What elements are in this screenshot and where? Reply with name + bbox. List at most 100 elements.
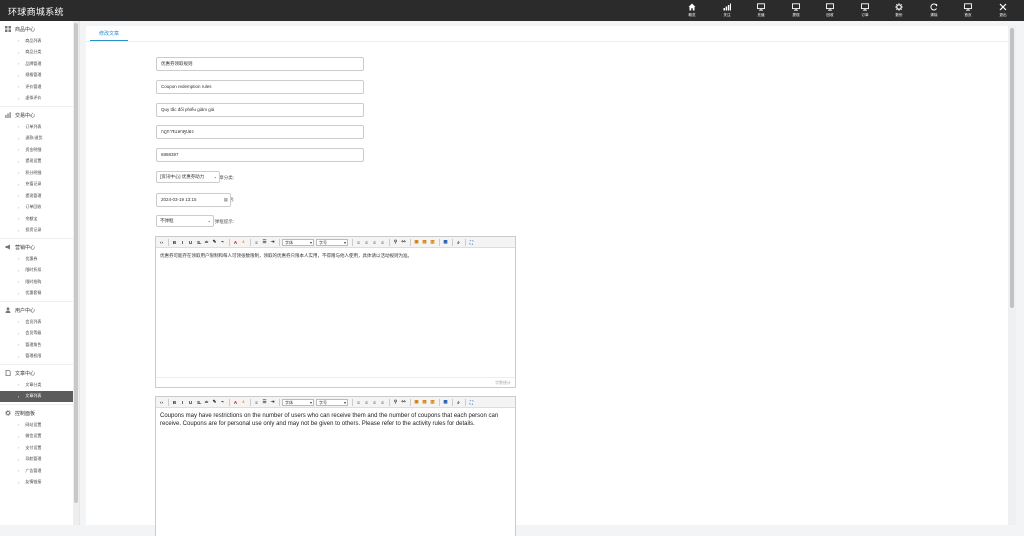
topnav-item[interactable]: 首页 — [951, 0, 986, 21]
sidebar-item[interactable]: › 友情链接 — [0, 477, 74, 489]
image-icon[interactable]: ▣ — [413, 239, 420, 246]
sidebar-item[interactable]: › 积分明细 — [0, 167, 74, 179]
strikethrough-icon[interactable]: S̶ — [195, 239, 202, 246]
italic-icon[interactable]: I — [179, 399, 186, 406]
sidebar-scroll-thumb[interactable] — [74, 23, 78, 503]
topnav-item[interactable]: 数份 — [882, 0, 917, 21]
unlink-icon[interactable]: ⚯ — [400, 239, 407, 246]
brush-icon[interactable]: ⌁ — [219, 399, 226, 406]
sidebar-section-title[interactable]: 商品中心 — [0, 23, 79, 35]
eraser-icon[interactable]: ✎ — [211, 239, 218, 246]
topnav-item[interactable]: 概览 — [675, 0, 710, 21]
category-select[interactable]: [资讯中心] 优惠券助力 ⌄ — [156, 171, 220, 183]
sidebar-item[interactable]: › 虚拟评价 — [0, 93, 74, 105]
sidebar-item[interactable]: › 支付设置 — [0, 442, 74, 454]
indent-icon[interactable]: ⇥ — [269, 399, 276, 406]
topnav-item[interactable]: 提现 — [779, 0, 814, 21]
upload-image-icon[interactable]: ▤ — [421, 239, 428, 246]
content-en-text[interactable]: Coupons may have restrictions on the num… — [156, 408, 515, 432]
html-source-icon[interactable]: ‹› — [158, 239, 165, 246]
underline-icon[interactable]: U — [187, 239, 194, 246]
page-scroll-thumb[interactable] — [1010, 28, 1014, 308]
highlight-icon[interactable]: ᴬ — [240, 239, 247, 246]
font-size-select[interactable]: 字号 ▾ — [316, 238, 348, 246]
font-color-icon[interactable]: A — [232, 399, 239, 406]
sidebar-item[interactable]: › 订单回收 — [0, 202, 74, 214]
abc-icon[interactable]: ᵃᵇ — [203, 239, 210, 246]
bold-icon[interactable]: B — [171, 239, 178, 246]
italic-icon[interactable]: I — [179, 239, 186, 246]
ordered-list-icon[interactable]: ≡ — [253, 239, 260, 246]
sidebar-item[interactable]: › 商品列表 — [0, 35, 74, 47]
sidebar-section-title[interactable]: 用户中心 — [0, 304, 79, 316]
sidebar-item[interactable]: › 商品分类 — [0, 47, 74, 59]
brush-icon[interactable]: ⌁ — [219, 239, 226, 246]
sidebar-item[interactable]: › 广告管理 — [0, 465, 74, 477]
sidebar-item[interactable]: › 提现设置 — [0, 156, 74, 168]
link-icon[interactable]: ⚲ — [392, 239, 399, 246]
sidebar-item[interactable]: › 管理角色 — [0, 339, 74, 351]
calendar-icon[interactable]: ▦ — [224, 194, 228, 206]
abc-icon[interactable]: ᵃᵇ — [203, 399, 210, 406]
sidebar-item[interactable]: › 余额宝 — [0, 213, 74, 225]
sidebar-item[interactable]: › 品牌管理 — [0, 58, 74, 70]
underline-icon[interactable]: U — [187, 399, 194, 406]
sidebar-scrollbar[interactable] — [73, 21, 79, 525]
sidebar-item[interactable]: › 评价管理 — [0, 81, 74, 93]
sidebar-item[interactable]: › 资金明细 — [0, 144, 74, 156]
sidebar-item[interactable]: › 优惠套餐 — [0, 288, 74, 300]
sidebar-item[interactable]: › 规格管理 — [0, 70, 74, 82]
sidebar-section-title[interactable]: 营销中心 — [0, 241, 79, 253]
popup-select[interactable]: 不弹框 ⌄ — [156, 215, 214, 227]
topnav-item[interactable]: 充值 — [744, 0, 779, 21]
sidebar-item[interactable]: › 管理权限 — [0, 351, 74, 363]
link-icon[interactable]: ⚲ — [392, 399, 399, 406]
sidebar-section-title[interactable]: 控制面板 — [0, 407, 79, 419]
topnav-item[interactable]: 回收 — [813, 0, 848, 21]
image-input[interactable]: 6888397 — [156, 148, 364, 162]
align-left-icon[interactable]: ≡ — [355, 239, 362, 246]
sidebar-section-title[interactable]: 文章中心 — [0, 367, 79, 379]
sidebar-item[interactable]: › 会员列表 — [0, 316, 74, 328]
title-en-input[interactable]: Coupon redemption rules — [156, 80, 364, 94]
sidebar-item[interactable]: › 文章列表 — [0, 390, 74, 402]
upload-image-icon[interactable]: ▤ — [421, 399, 428, 406]
align-center-icon[interactable]: ≡ — [363, 239, 370, 246]
table-icon[interactable]: ▦ — [442, 239, 449, 246]
fullscreen-icon[interactable]: ⛶ — [468, 239, 475, 246]
ordered-list-icon[interactable]: ≡ — [253, 399, 260, 406]
align-right-icon[interactable]: ≡ — [371, 399, 378, 406]
sidebar-section-title[interactable]: 交易中心 — [0, 109, 79, 121]
search-icon[interactable]: ⌕ — [455, 399, 462, 406]
sidebar-item[interactable]: › 优惠券 — [0, 253, 74, 265]
sidebar-item[interactable]: › 会员等级 — [0, 328, 74, 340]
topnav-item[interactable]: 关注 — [710, 0, 745, 21]
align-left-icon[interactable]: ≡ — [355, 399, 362, 406]
sidebar-item[interactable]: › 网站设置 — [0, 419, 74, 431]
highlight-icon[interactable]: ᴬ — [240, 399, 247, 406]
unlink-icon[interactable]: ⚯ — [400, 399, 407, 406]
media-icon[interactable]: ▥ — [429, 399, 436, 406]
sidebar-item[interactable]: › 限时折扣 — [0, 265, 74, 277]
sidebar-item[interactable]: › 订单列表 — [0, 121, 74, 133]
title-th-input[interactable]: กฎการแลกคูปอง — [156, 125, 364, 139]
publish-date-input[interactable]: 2024-03-19 13:15 ▦ — [156, 193, 231, 207]
align-justify-icon[interactable]: ≡ — [379, 239, 386, 246]
image-icon[interactable]: ▣ — [413, 399, 420, 406]
title-vi-input[interactable]: Quy tắc đổi phiếu giảm giá — [156, 103, 364, 117]
font-family-select[interactable]: 字体 ▾ — [282, 238, 314, 246]
title-cn-input[interactable]: 优惠券领取规则 — [156, 57, 364, 71]
search-icon[interactable]: ⌕ — [455, 239, 462, 246]
sidebar-item[interactable]: › 投资记录 — [0, 225, 74, 237]
strikethrough-icon[interactable]: S̶ — [195, 399, 202, 406]
sidebar-item[interactable]: › 限时抢购 — [0, 276, 74, 288]
align-right-icon[interactable]: ≡ — [371, 239, 378, 246]
topnav-item[interactable]: 清除 — [917, 0, 952, 21]
topnav-item[interactable]: 订单 — [848, 0, 883, 21]
page-scrollbar[interactable] — [1008, 26, 1016, 525]
bold-icon[interactable]: B — [171, 399, 178, 406]
eraser-icon[interactable]: ✎ — [211, 399, 218, 406]
fullscreen-icon[interactable]: ⛶ — [468, 399, 475, 406]
unordered-list-icon[interactable]: ☰ — [261, 399, 268, 406]
media-icon[interactable]: ▥ — [429, 239, 436, 246]
